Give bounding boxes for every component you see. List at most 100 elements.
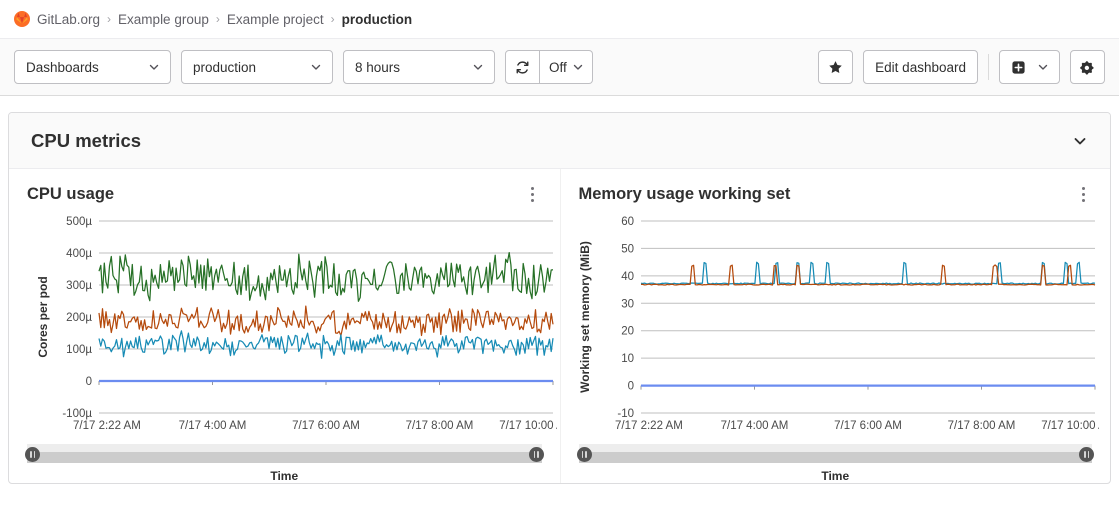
y-tick-label: 500µ (66, 216, 92, 228)
chart-menu-button[interactable] (524, 183, 542, 205)
y-tick-label: 30 (621, 298, 634, 310)
series-line-pod-orange (98, 305, 554, 337)
x-tick-label: 7/17 6:00 AM (834, 420, 902, 432)
x-axis-label: Time (270, 469, 299, 483)
breadcrumb-item-0[interactable]: GitLab.org (37, 12, 100, 27)
y-tick-label: 100µ (66, 344, 92, 356)
x-axis-label: Time (821, 469, 850, 483)
plus-box-icon (1012, 60, 1025, 74)
toolbar-divider (988, 54, 989, 80)
slider-handle-right[interactable] (528, 447, 544, 462)
chevron-down-icon[interactable] (1072, 133, 1088, 149)
star-dashboard-button[interactable] (818, 50, 854, 84)
x-tick-label: 7/17 2:22 AM (73, 420, 141, 432)
ellipsis-vertical-icon (1081, 186, 1085, 190)
refresh-interval-label: Off (549, 59, 567, 75)
x-tick-label: 7/17 4:00 AM (179, 420, 247, 432)
x-tick-label: 7/17 10:00 AI (1041, 420, 1099, 432)
panel-group-header[interactable]: CPU metrics (9, 113, 1110, 169)
y-axis-label: Cores per pod (36, 276, 50, 357)
y-axis-label: Working set memory (MiB) (579, 241, 592, 393)
refresh-group: Off (505, 50, 593, 84)
chart-panel-memory-usage: Memory usage working set 60 50 40 30 20 10 0 -1… (559, 169, 1111, 483)
ellipsis-vertical-icon (531, 198, 534, 202)
y-tick-label: 10 (621, 353, 634, 365)
y-tick-label: 0 (627, 381, 633, 393)
chevron-down-icon (149, 64, 159, 70)
series-line-pod-orange (640, 264, 1095, 286)
series-line-pod-green (98, 251, 554, 302)
page-title: CPU metrics (31, 129, 142, 151)
time-range-select[interactable]: 8 hours (343, 50, 495, 84)
time-range-slider[interactable] (576, 443, 1094, 465)
y-tick-label: 40 (621, 271, 634, 283)
chevron-down-icon (1038, 64, 1048, 70)
ellipsis-vertical-icon (531, 186, 534, 190)
slider-handle-right[interactable] (1079, 447, 1094, 462)
edit-dashboard-label: Edit dashboard (875, 59, 966, 75)
y-tick-label: 0 (86, 376, 92, 388)
breadcrumb-separator: › (330, 12, 335, 26)
refresh-interval-select[interactable]: Off (540, 50, 593, 84)
chart-header: Memory usage working set (579, 183, 1093, 205)
slider-handle-left[interactable] (25, 447, 40, 462)
y-tick-label: 200µ (66, 312, 92, 324)
chart-plot-area[interactable]: 60 50 40 30 20 10 0 -10 Working set memory (MiB)… (579, 211, 1099, 439)
chart-title: Memory usage working set (578, 185, 791, 203)
breadcrumb-separator: › (107, 12, 112, 26)
ellipsis-vertical-icon (531, 192, 534, 196)
chart-title: CPU usage (27, 185, 115, 203)
refresh-icon (516, 60, 529, 74)
edit-dashboard-button[interactable]: Edit dashboard (863, 50, 978, 84)
y-tick-label: 60 (621, 216, 634, 228)
dashboard-select[interactable]: Dashboards (14, 50, 171, 84)
y-tick-label: 50 (621, 243, 634, 255)
x-tick-label: 7/17 6:00 AM (292, 420, 360, 432)
dashboard-settings-button[interactable] (1070, 50, 1105, 84)
time-range-select-label: 8 hours (355, 59, 401, 75)
x-tick-label: 7/17 10:00 AI (499, 420, 557, 432)
slider-selection (27, 452, 542, 463)
x-tick-label: 7/17 2:22 AM (615, 420, 683, 432)
breadcrumb-item-1[interactable]: Example group (118, 12, 209, 27)
slider-handle-left[interactable] (576, 447, 592, 462)
slider-selection (578, 452, 1092, 463)
panel-body: CPU usage 500µ 400µ 300µ 200µ 100µ 0 -100µ Core… (9, 169, 1110, 483)
chart-menu-button[interactable] (1074, 183, 1092, 205)
chart-plot-area[interactable]: 500µ 400µ 300µ 200µ 100µ 0 -100µ Cores per pod 7… (27, 211, 557, 439)
refresh-button[interactable] (505, 50, 540, 84)
y-tick-label: -100µ (62, 408, 92, 420)
metrics-panel-group: CPU metrics CPU usage 500µ 400µ 300µ 200µ 10… (8, 112, 1111, 484)
breadcrumb-separator: › (215, 12, 220, 26)
x-tick-label: 7/17 8:00 AM (406, 420, 474, 432)
x-tick-label: 7/17 4:00 AM (720, 420, 788, 432)
y-tick-label: 300µ (66, 280, 92, 292)
breadcrumb-item-current: production (341, 11, 413, 27)
x-tick-label: 7/17 8:00 AM (947, 420, 1015, 432)
dashboard-select-label: Dashboards (26, 59, 99, 75)
chevron-down-icon (573, 64, 582, 70)
chart-header: CPU usage (27, 183, 542, 205)
dashboard-toolbar: Dashboards production 8 hours Off Edit d… (0, 38, 1119, 96)
series-line-pod-cyan (98, 330, 554, 359)
cpu-usage-plot[interactable]: 500µ 400µ 300µ 200µ 100µ 0 -100µ Cores per pod 7… (27, 211, 557, 439)
chevron-down-icon (311, 64, 321, 70)
y-tick-label: 20 (621, 326, 634, 338)
time-range-slider[interactable] (25, 443, 544, 465)
star-icon (829, 60, 842, 73)
environment-select-label: production (193, 59, 257, 75)
gitlab-tanuki-icon (14, 11, 30, 27)
chart-panel-cpu-usage: CPU usage 500µ 400µ 300µ 200µ 100µ 0 -100µ Core… (9, 169, 560, 483)
y-tick-label: 400µ (66, 248, 92, 260)
environment-select[interactable]: production (181, 50, 333, 84)
chevron-down-icon (473, 64, 483, 70)
y-tick-label: -10 (617, 408, 634, 420)
add-panel-dropdown[interactable] (999, 50, 1060, 84)
breadcrumb: GitLab.org › Example group › Example pro… (0, 0, 1119, 38)
breadcrumb-item-2[interactable]: Example project (227, 12, 324, 27)
ellipsis-vertical-icon (1081, 198, 1085, 202)
series-line-pod-cyan (640, 261, 1095, 285)
ellipsis-vertical-icon (1081, 192, 1085, 196)
gear-icon (1080, 60, 1094, 74)
memory-usage-plot[interactable]: 60 50 40 30 20 10 0 -10 Working set memory (MiB)… (579, 211, 1099, 439)
